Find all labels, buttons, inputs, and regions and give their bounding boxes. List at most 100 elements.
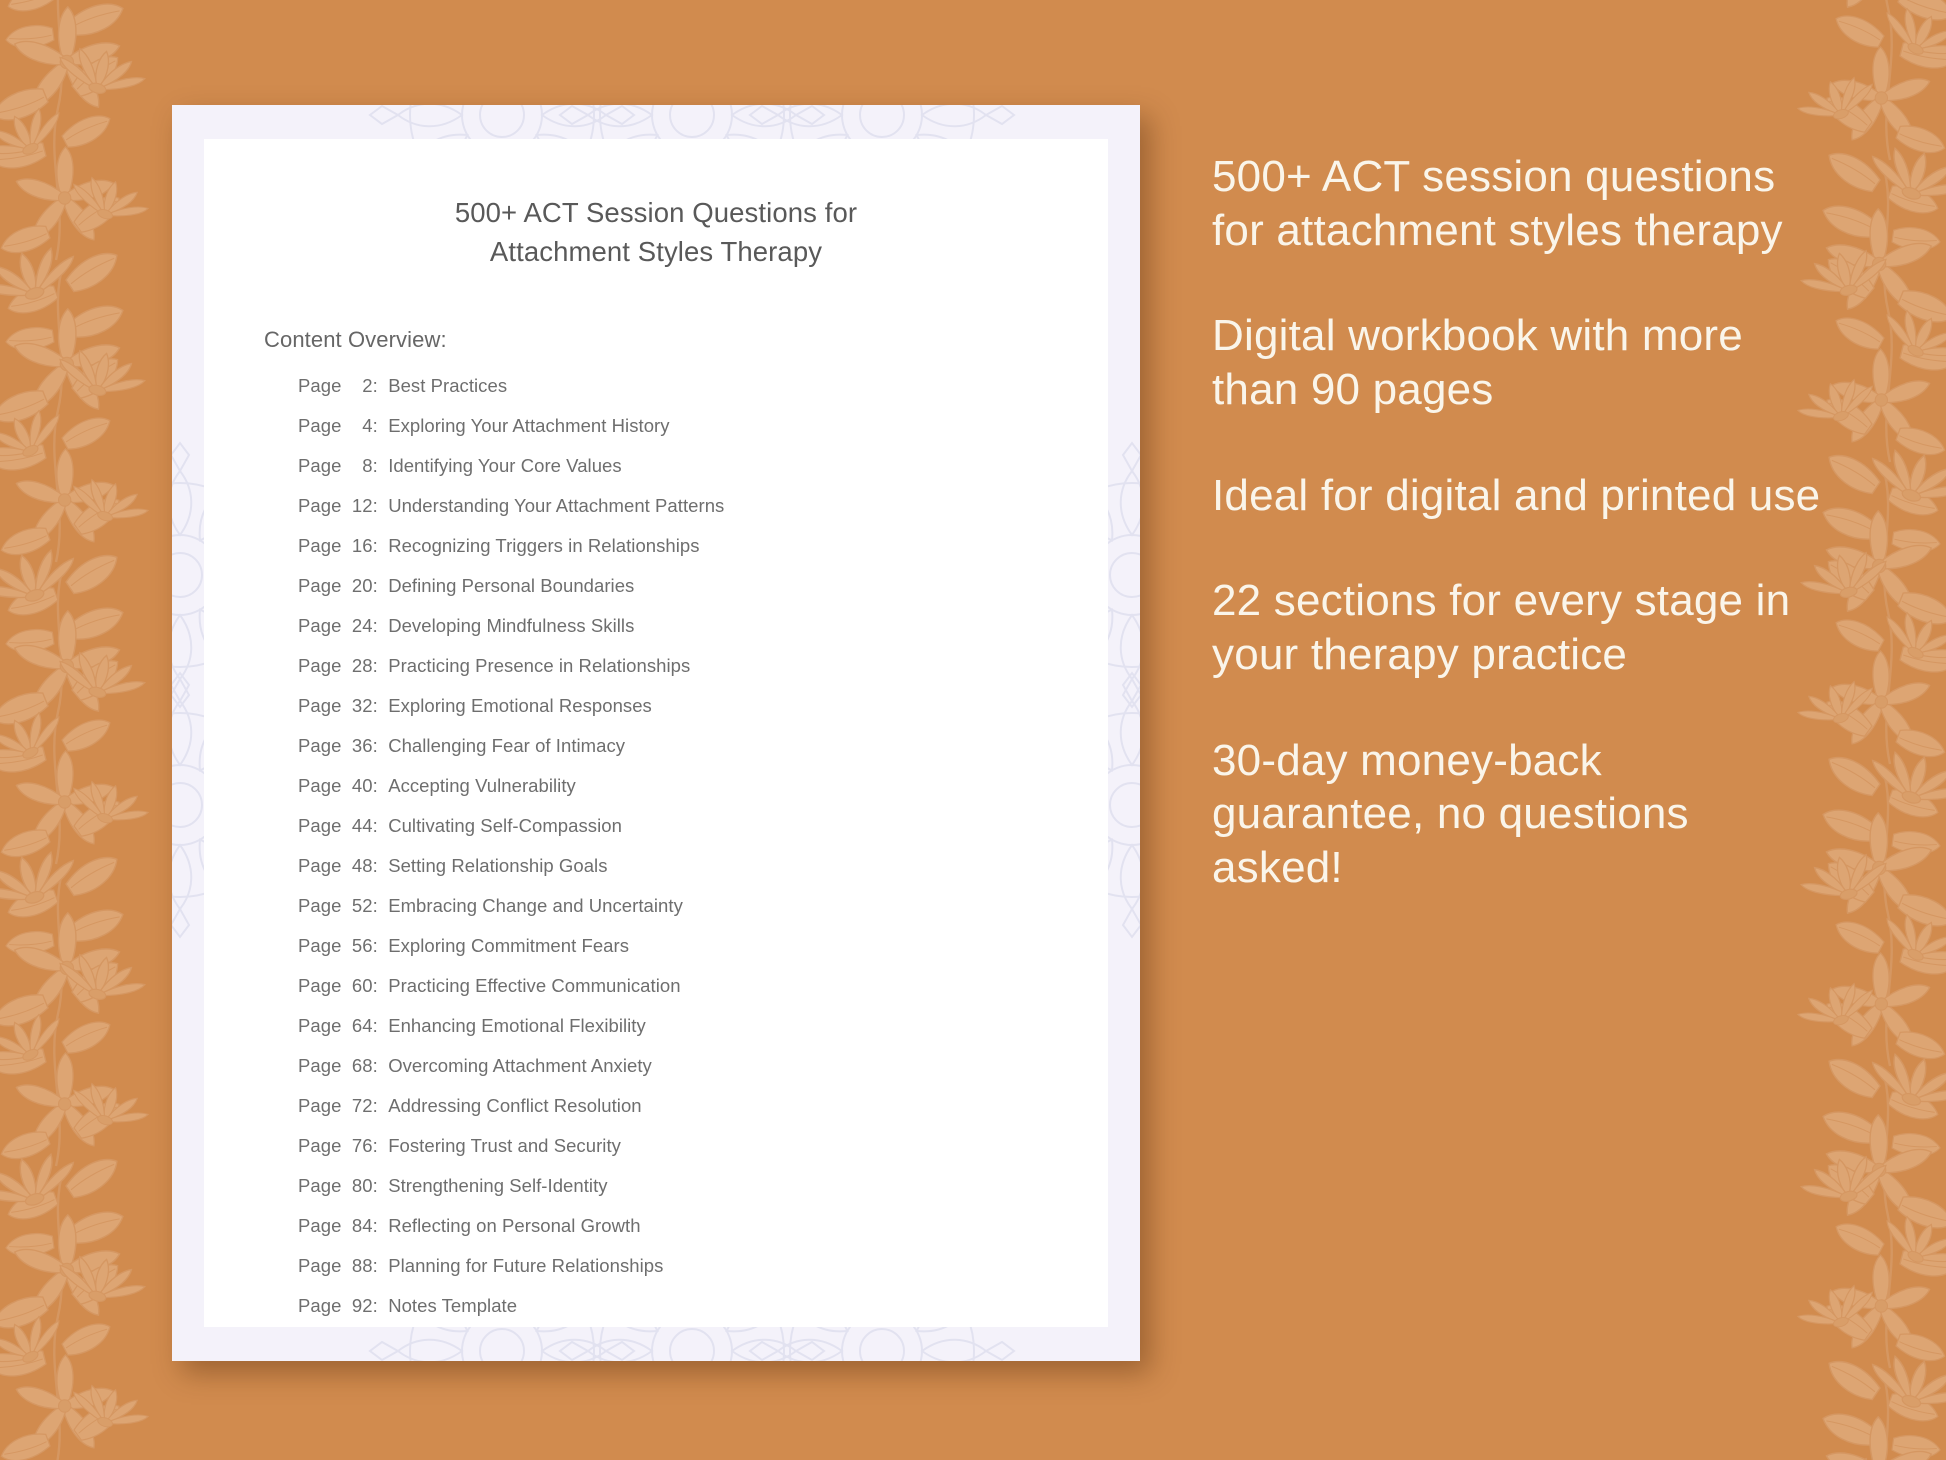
toc-page-number: 68 [351, 1055, 373, 1077]
toc-section-title: Exploring Commitment Fears [388, 935, 630, 957]
toc-section-title: Cultivating Self-Compassion [388, 815, 622, 837]
toc-page-number: 16 [351, 535, 373, 557]
toc-section-title: Defining Personal Boundaries [388, 575, 635, 597]
toc-page-word: Page [298, 575, 347, 597]
toc-page-word: Page [298, 455, 347, 477]
toc-colon: : [372, 415, 389, 437]
page-title-line-1: 500+ ACT Session Questions for [454, 197, 858, 228]
toc-page-number: 32 [351, 695, 373, 717]
toc-page-number: 12 [351, 495, 373, 517]
table-of-contents: Page 2: Best Practices Page 4: Exploring … [264, 377, 1048, 1337]
toc-page-number: 84 [351, 1215, 373, 1237]
toc-entry[interactable]: Page 20: Defining Personal Boundaries [298, 577, 1048, 617]
toc-section-title: Accepting Vulnerability [388, 775, 576, 797]
toc-page-number: 44 [351, 815, 373, 837]
toc-colon: : [372, 655, 389, 677]
toc-colon: : [372, 575, 389, 597]
toc-page-number: 72 [351, 1095, 373, 1117]
marketing-bullet: Digital workbook with more than 90 pages [1212, 311, 1743, 415]
toc-colon: : [372, 935, 389, 957]
toc-page-number: 80 [351, 1175, 373, 1197]
toc-entry[interactable]: Page 36: Challenging Fear of Intimacy [298, 737, 1048, 777]
toc-entry[interactable]: Page 56: Exploring Commitment Fears [298, 937, 1048, 977]
toc-entry[interactable]: Page 28: Practicing Presence in Relation… [298, 657, 1048, 697]
toc-page-word: Page [298, 1015, 347, 1037]
toc-colon: : [372, 1055, 389, 1077]
toc-entry[interactable]: Page 52: Embracing Change and Uncertaint… [298, 897, 1048, 937]
toc-page-word: Page [298, 1055, 347, 1077]
toc-entry[interactable]: Page 2: Best Practices [298, 377, 1048, 417]
toc-entry[interactable]: Page 44: Cultivating Self-Compassion [298, 817, 1048, 857]
toc-colon: : [372, 855, 389, 877]
toc-entry[interactable]: Page 72: Addressing Conflict Resolution [298, 1097, 1048, 1137]
toc-section-title: Exploring Your Attachment History [388, 415, 670, 437]
toc-page-number: 60 [351, 975, 373, 997]
toc-entry[interactable]: Page 64: Enhancing Emotional Flexibility [298, 1017, 1048, 1057]
workbook-page: 500+ ACT Session Questions for Attachmen… [172, 105, 1140, 1361]
toc-colon: : [372, 1095, 389, 1117]
toc-page-number: 76 [351, 1135, 373, 1157]
toc-page-number: 92 [351, 1295, 373, 1317]
toc-entry[interactable]: Page 60: Practicing Effective Communicat… [298, 977, 1048, 1017]
toc-entry[interactable]: Page 16: Recognizing Triggers in Relatio… [298, 537, 1048, 577]
toc-entry[interactable]: Page 24: Developing Mindfulness Skills [298, 617, 1048, 657]
toc-page-word: Page [298, 1255, 347, 1277]
toc-colon: : [372, 615, 389, 637]
toc-section-title: Embracing Change and Uncertainty [388, 895, 683, 917]
toc-page-number: 88 [351, 1255, 373, 1277]
toc-section-title: Overcoming Attachment Anxiety [388, 1055, 652, 1077]
toc-page-word: Page [298, 935, 347, 957]
toc-page-word: Page [298, 375, 347, 397]
toc-section-title: Challenging Fear of Intimacy [388, 735, 626, 757]
toc-entry[interactable]: Page 8: Identifying Your Core Values [298, 457, 1048, 497]
toc-page-number: 40 [351, 775, 373, 797]
toc-entry[interactable]: Page 84: Reflecting on Personal Growth [298, 1217, 1048, 1257]
toc-page-word: Page [298, 495, 347, 517]
toc-colon: : [372, 1255, 389, 1277]
toc-entry[interactable]: Page 32: Exploring Emotional Responses [298, 697, 1048, 737]
toc-entry[interactable]: Page 40: Accepting Vulnerability [298, 777, 1048, 817]
toc-colon: : [372, 375, 389, 397]
toc-section-title: Exploring Emotional Responses [388, 695, 652, 717]
toc-entry[interactable]: Page 76: Fostering Trust and Security [298, 1137, 1048, 1177]
toc-colon: : [372, 695, 389, 717]
toc-section-title: Planning for Future Relationships [388, 1255, 664, 1277]
toc-entry[interactable]: Page 48: Setting Relationship Goals [298, 857, 1048, 897]
toc-page-word: Page [298, 1215, 347, 1237]
toc-colon: : [372, 1295, 389, 1317]
toc-colon: : [372, 1175, 389, 1197]
toc-page-word: Page [298, 735, 347, 757]
toc-page-word: Page [298, 655, 347, 677]
toc-section-title: Fostering Trust and Security [388, 1135, 621, 1157]
toc-page-word: Page [298, 1175, 347, 1197]
toc-section-title: Setting Relationship Goals [388, 855, 608, 877]
toc-page-number: 4 [362, 415, 373, 437]
toc-entry[interactable]: Page 12: Understanding Your Attachment P… [298, 497, 1048, 537]
toc-page-word: Page [298, 615, 347, 637]
marketing-bullet: Ideal for digital and printed use [1212, 470, 1821, 520]
toc-section-title: Notes Template [388, 1295, 518, 1317]
toc-section-title: Practicing Effective Communication [388, 975, 681, 997]
toc-page-number: 24 [351, 615, 373, 637]
toc-entry[interactable]: Page 4: Exploring Your Attachment Histor… [298, 417, 1048, 457]
marketing-bullet: 500+ ACT session questions for attachmen… [1212, 152, 1783, 255]
toc-page-word: Page [298, 895, 347, 917]
marketing-bullet: 30-day money-back guarantee, no question… [1212, 735, 1689, 893]
toc-page-number: 56 [351, 935, 373, 957]
toc-page-word: Page [298, 535, 347, 557]
toc-entry[interactable]: Page 68: Overcoming Attachment Anxiety [298, 1057, 1048, 1097]
toc-entry[interactable]: Page 92: Notes Template [298, 1297, 1048, 1337]
toc-page-word: Page [298, 1295, 347, 1317]
toc-colon: : [372, 735, 389, 757]
toc-colon: : [372, 815, 389, 837]
toc-page-number: 20 [351, 575, 373, 597]
toc-entry[interactable]: Page 88: Planning for Future Relationshi… [298, 1257, 1048, 1297]
toc-section-title: Enhancing Emotional Flexibility [388, 1015, 646, 1037]
toc-section-title: Understanding Your Attachment Patterns [388, 495, 725, 517]
content-overview-label: Content Overview: [264, 327, 447, 353]
page-title-line-2: Attachment Styles Therapy [489, 236, 823, 268]
toc-entry[interactable]: Page 80: Strengthening Self-Identity [298, 1177, 1048, 1217]
toc-page-word: Page [298, 415, 347, 437]
toc-page-word: Page [298, 975, 347, 997]
toc-page-word: Page [298, 1095, 347, 1117]
